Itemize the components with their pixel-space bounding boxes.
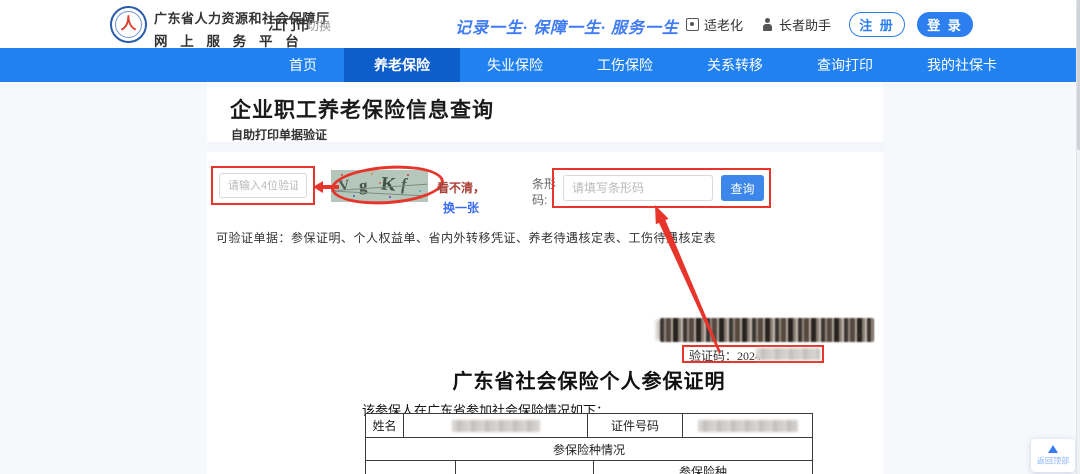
slogan: 记录一生· 保障一生· 服务一生 <box>455 14 679 38</box>
document-barcode-dot <box>857 334 860 337</box>
back-to-top-button[interactable]: 返回顶部 <box>1031 439 1075 472</box>
verify-code-redacted <box>756 348 820 360</box>
barcode-input[interactable] <box>563 175 713 201</box>
section-divider <box>207 142 883 152</box>
register-button[interactable]: 注 册 <box>849 12 905 37</box>
city-switch-link[interactable]: 切换 <box>307 17 331 34</box>
current-city: 江门市 <box>268 15 310 35</box>
page-subtitle: 自助打印单据验证 <box>231 126 327 143</box>
table-row: 姓名 证件号码 <box>366 414 812 438</box>
table-header-row: 参保缴费时间 单位 参保险种 <box>366 461 812 474</box>
nav-item-transfer[interactable]: 关系转移 <box>680 48 790 82</box>
certificate-title: 广东省社会保险个人参保证明 <box>365 365 813 394</box>
up-arrow-icon <box>1048 445 1058 453</box>
nav-item-pension[interactable]: 养老保险 <box>344 48 460 82</box>
nav-item-unemployment[interactable]: 失业保险 <box>460 48 570 82</box>
elder-helper-label: 长者助手 <box>779 15 831 34</box>
accessibility-icon <box>686 18 699 31</box>
header: 人 广东省人力资源和社会保障厅 网 上 服 务 平 台 江门市 切换 记录一生·… <box>0 0 1080 48</box>
org-logo-icon: 人 <box>110 6 147 43</box>
nav-item-query-print[interactable]: 查询打印 <box>790 48 900 82</box>
certificate-table: 姓名 证件号码 参保险种情况 参保缴费时间 单位 参保险种 <box>365 413 813 474</box>
name-label-cell: 姓名 <box>366 414 404 437</box>
screen: 人 广东省人力资源和社会保障厅 网 上 服 务 平 台 江门市 切换 记录一生·… <box>0 0 1080 474</box>
table-section-row: 参保险种情况 <box>366 438 812 461</box>
id-value-cell <box>683 414 812 437</box>
query-button[interactable]: 查询 <box>721 175 764 201</box>
refresh-action-text: 换一张 <box>437 196 485 219</box>
refresh-hint-text: 看不清， <box>437 181 485 195</box>
login-button[interactable]: 登 录 <box>917 12 973 37</box>
name-value-cell <box>404 414 588 437</box>
col-time-cell: 参保缴费时间 <box>366 461 456 474</box>
section-header-cell: 参保险种情况 <box>366 441 812 458</box>
logo-glyph: 人 <box>115 11 142 38</box>
elder-person-icon <box>761 18 774 31</box>
id-redacted <box>698 420 798 432</box>
accessibility-label: 适老化 <box>704 15 743 34</box>
nav-item-home[interactable]: 首页 <box>262 48 344 82</box>
accessibility-mode-link[interactable]: 适老化 <box>686 15 743 34</box>
col-type-cell: 参保险种 <box>594 461 812 474</box>
verifiable-docs-note: 可验证单据：参保证明、个人权益单、省内外转移凭证、养老待遇核定表、工伤待遇核定表 <box>216 229 716 246</box>
header-actions: 适老化 长者助手 注 册 登 录 <box>686 0 973 48</box>
nav-item-injury[interactable]: 工伤保险 <box>570 48 680 82</box>
col-unit-cell: 单位 <box>456 461 594 474</box>
main-nav: 首页 养老保险 失业保险 工伤保险 关系转移 查询打印 我的社保卡 <box>0 48 1080 82</box>
verify-code-text: 验证码：2024 <box>689 347 761 364</box>
elder-helper-link[interactable]: 长者助手 <box>761 15 831 34</box>
captcha-refresh-link[interactable]: 看不清，换一张 <box>437 179 485 219</box>
back-to-top-label: 返回顶部 <box>1037 454 1069 466</box>
id-label-cell: 证件号码 <box>588 414 683 437</box>
document-barcode-image <box>660 318 874 342</box>
nav-item-social-card[interactable]: 我的社保卡 <box>900 48 1024 82</box>
page-scrollbar[interactable] <box>1076 0 1080 474</box>
page-title: 企业职工养老保险信息查询 <box>230 94 494 124</box>
captcha-input[interactable] <box>219 173 307 198</box>
name-redacted <box>452 420 540 432</box>
